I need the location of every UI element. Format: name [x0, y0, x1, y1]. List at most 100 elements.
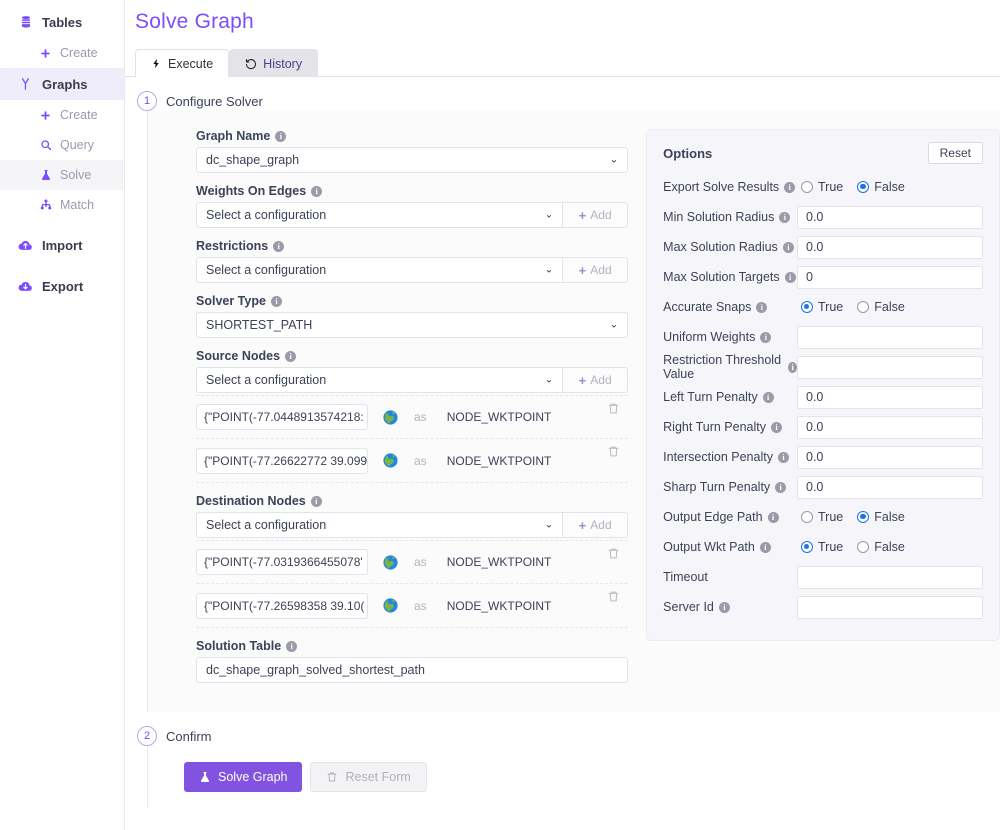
delete-icon[interactable]: [607, 590, 620, 603]
option-control: True False: [797, 300, 983, 314]
radio-true[interactable]: True: [801, 180, 843, 194]
source-node-wkt-input[interactable]: {"POINT(-77.0448913574218:: [196, 404, 368, 430]
globe-icon[interactable]: [382, 452, 399, 469]
source-nodes-control: Select a configuration ⌄ + Add: [196, 367, 628, 393]
info-icon[interactable]: i: [778, 452, 789, 463]
max-solution-targets-input[interactable]: 0: [797, 266, 983, 289]
reset-form-button[interactable]: Reset Form: [310, 762, 426, 792]
radio-true[interactable]: True: [801, 540, 843, 554]
sharp-turn-penalty-input[interactable]: 0.0: [797, 476, 983, 499]
graph-name-select[interactable]: dc_shape_graph ⌄: [196, 147, 628, 173]
destination-node-wkt-input[interactable]: {"POINT(-77.0319366455078': [196, 549, 368, 575]
server-id-input[interactable]: [797, 596, 983, 619]
radio-false[interactable]: False: [857, 180, 905, 194]
solution-table-input[interactable]: dc_shape_graph_solved_shortest_path: [196, 657, 628, 683]
delete-icon[interactable]: [607, 547, 620, 560]
destination-node-wkt-input[interactable]: {"POINT(-77.26598358 39.10(: [196, 593, 368, 619]
options-title: Options: [663, 146, 712, 161]
destination-nodes-select[interactable]: Select a configuration ⌄: [196, 512, 563, 538]
globe-icon[interactable]: [382, 409, 399, 426]
field-solution-table: Solution Table i dc_shape_graph_solved_s…: [196, 639, 628, 683]
info-icon[interactable]: i: [285, 351, 296, 362]
info-icon[interactable]: i: [768, 512, 779, 523]
source-node-wkt-input[interactable]: {"POINT(-77.26622772 39.099: [196, 448, 368, 474]
sidebar-item-graphs[interactable]: Graphs: [0, 68, 124, 100]
node-row: {"POINT(-77.0319366455078' as: [196, 540, 628, 584]
info-icon[interactable]: i: [763, 392, 774, 403]
weights-on-edges-add-button[interactable]: + Add: [563, 202, 628, 228]
info-icon[interactable]: i: [783, 242, 794, 253]
destination-nodes-add-button[interactable]: + Add: [563, 512, 628, 538]
option-label-text: Max Solution Radius: [663, 240, 778, 254]
search-icon: [39, 139, 52, 152]
restriction-threshold-value-input[interactable]: [797, 356, 983, 379]
sidebar-item-tables-create[interactable]: Create: [0, 38, 124, 68]
max-solution-radius-input[interactable]: 0.0: [797, 236, 983, 259]
solver-type-select[interactable]: SHORTEST_PATH ⌄: [196, 312, 628, 338]
destination-nodes-control: Select a configuration ⌄ + Add: [196, 512, 628, 538]
left-turn-penalty-input[interactable]: 0.0: [797, 386, 983, 409]
info-icon[interactable]: i: [273, 241, 284, 252]
option-row-server-id: Server Id i: [663, 592, 983, 622]
info-icon[interactable]: i: [719, 602, 730, 613]
restrictions-select[interactable]: Select a configuration ⌄: [196, 257, 563, 283]
info-icon[interactable]: i: [771, 422, 782, 433]
restrictions-add-button[interactable]: + Add: [563, 257, 628, 283]
intersection-penalty-input[interactable]: 0.0: [797, 446, 983, 469]
info-icon[interactable]: i: [311, 186, 322, 197]
info-icon[interactable]: i: [311, 496, 322, 507]
sidebar-spacer: [0, 220, 124, 229]
weights-on-edges-select[interactable]: Select a configuration ⌄: [196, 202, 563, 228]
option-row-restriction-threshold-value: Restriction Threshold Value i: [663, 352, 983, 382]
tab-execute[interactable]: Execute: [135, 49, 229, 77]
radio-true[interactable]: True: [801, 510, 843, 524]
sidebar-item-tables[interactable]: Tables: [0, 6, 124, 38]
uniform-weights-input[interactable]: [797, 326, 983, 349]
solver-type-label: Solver Type: [196, 294, 266, 308]
radio-group: True False: [797, 300, 905, 314]
radio-false[interactable]: False: [857, 300, 905, 314]
sidebar-item-label: Query: [60, 138, 94, 152]
database-icon: [18, 15, 33, 30]
field-source-nodes: Source Nodes i Select a configuration ⌄ …: [196, 349, 628, 483]
globe-icon[interactable]: [382, 597, 399, 614]
radio-label: True: [818, 180, 843, 194]
source-nodes-label: Source Nodes: [196, 349, 280, 363]
step-number: 2: [137, 726, 157, 746]
cloud-upload-icon: [18, 238, 33, 253]
timeout-input[interactable]: [797, 566, 983, 589]
sidebar-item-export[interactable]: Export: [0, 270, 124, 302]
delete-icon[interactable]: [607, 402, 620, 415]
radio-false[interactable]: False: [857, 540, 905, 554]
info-icon[interactable]: i: [286, 641, 297, 652]
info-icon[interactable]: i: [784, 182, 795, 193]
radio-false[interactable]: False: [857, 510, 905, 524]
sidebar-item-graphs-create[interactable]: Create: [0, 100, 124, 130]
info-icon[interactable]: i: [756, 302, 767, 313]
history-icon: [245, 58, 257, 70]
info-icon[interactable]: i: [760, 542, 771, 553]
tab-history[interactable]: History: [229, 49, 318, 77]
sidebar-item-match[interactable]: Match: [0, 190, 124, 220]
info-icon[interactable]: i: [779, 212, 790, 223]
info-icon[interactable]: i: [760, 332, 771, 343]
min-solution-radius-input[interactable]: 0.0: [797, 206, 983, 229]
info-icon[interactable]: i: [775, 482, 786, 493]
right-turn-penalty-input[interactable]: 0.0: [797, 416, 983, 439]
info-icon[interactable]: i: [785, 272, 796, 283]
sidebar-item-query[interactable]: Query: [0, 130, 124, 160]
solve-graph-button[interactable]: Solve Graph: [184, 762, 302, 792]
sidebar-item-import[interactable]: Import: [0, 229, 124, 261]
add-label: Add: [590, 518, 611, 532]
radio-true[interactable]: True: [801, 300, 843, 314]
info-icon[interactable]: i: [271, 296, 282, 307]
source-nodes-add-button[interactable]: + Add: [563, 367, 628, 393]
globe-icon[interactable]: [382, 554, 399, 571]
delete-icon[interactable]: [607, 445, 620, 458]
info-icon[interactable]: i: [788, 362, 797, 373]
field-destination-nodes: Destination Nodes i Select a configurati…: [196, 494, 628, 628]
sidebar-item-solve[interactable]: Solve: [0, 160, 124, 190]
options-reset-button[interactable]: Reset: [928, 142, 983, 164]
source-nodes-select[interactable]: Select a configuration ⌄: [196, 367, 563, 393]
info-icon[interactable]: i: [275, 131, 286, 142]
